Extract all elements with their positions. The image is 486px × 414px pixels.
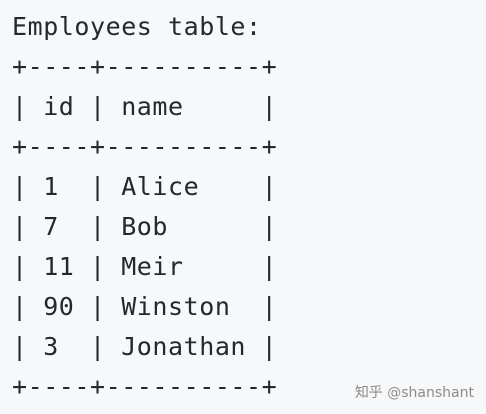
table-row: | 90 | Winston |	[12, 292, 278, 321]
table-row: | 7 | Bob |	[12, 212, 278, 241]
table-caption: Employees table:	[12, 12, 262, 41]
code-block: Employees table: +----+----------+ | id | …	[12, 7, 277, 407]
table-row: | 3 | Jonathan |	[12, 332, 278, 361]
table-row: | 11 | Meir |	[12, 252, 278, 281]
table-border-bottom: +----+----------+	[12, 372, 278, 401]
table-row: | 1 | Alice |	[12, 172, 278, 201]
table-border-top: +----+----------+	[12, 52, 278, 81]
watermark: 知乎 @shanshant	[354, 385, 474, 401]
table-header-row: | id | name |	[12, 92, 278, 121]
table-header-separator: +----+----------+	[12, 132, 278, 161]
